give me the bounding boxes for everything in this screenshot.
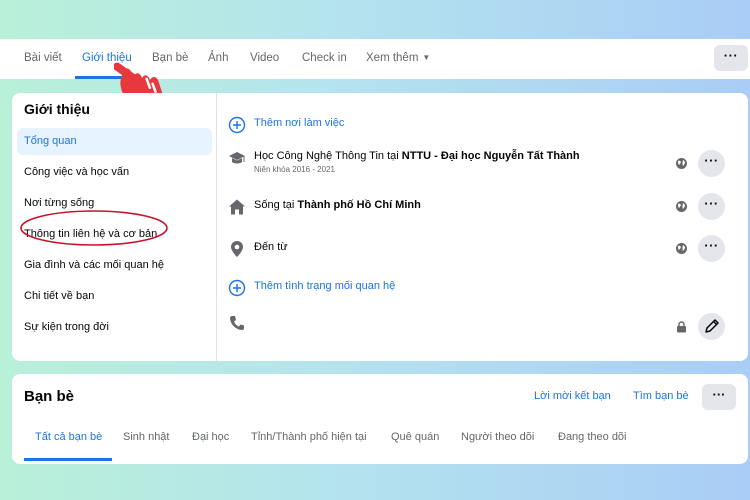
add-workplace-link: Thêm nơi làm việc bbox=[254, 117, 345, 129]
lives-in-options-button[interactable]: ··· bbox=[698, 193, 725, 220]
globe-icon[interactable] bbox=[675, 157, 688, 170]
lives-in-prefix: Sống tại bbox=[254, 199, 298, 211]
find-friends-link[interactable]: Tìm bạn bè bbox=[633, 390, 689, 402]
about-title: Giới thiệu bbox=[24, 101, 90, 117]
tab-photos[interactable]: Ảnh bbox=[208, 39, 228, 79]
add-relationship-link: Thêm tình trạng mối quan hệ bbox=[254, 280, 396, 292]
friends-card: Bạn bè Lời mời kết bạn Tìm bạn bè ··· Tấ… bbox=[12, 374, 748, 464]
about-column-divider bbox=[216, 93, 217, 361]
tab-see-more-label: Xem thêm bbox=[366, 52, 419, 64]
graduation-cap-icon bbox=[229, 152, 245, 164]
tab-videos[interactable]: Video bbox=[250, 39, 279, 79]
home-icon bbox=[229, 199, 245, 215]
caret-down-icon: ▼ bbox=[422, 53, 431, 62]
friends-tab-current-city[interactable]: Tỉnh/Thành phố hiện tại bbox=[251, 431, 367, 443]
globe-icon[interactable] bbox=[675, 242, 688, 255]
lock-icon[interactable] bbox=[676, 321, 687, 333]
friends-tab-following[interactable]: Đang theo dõi bbox=[558, 431, 627, 443]
tab-check-ins[interactable]: Check in bbox=[302, 39, 347, 79]
red-circle-annotation bbox=[20, 210, 168, 246]
profile-tab-bar: Bài viết Giới thiệu Bạn bè Ảnh Video Che… bbox=[0, 39, 750, 79]
friend-requests-link[interactable]: Lời mời kết bạn bbox=[534, 390, 611, 402]
edit-phone-button[interactable] bbox=[698, 313, 725, 340]
friends-tab-followers[interactable]: Người theo dõi bbox=[461, 431, 534, 443]
location-pin-icon bbox=[231, 241, 243, 257]
about-menu-details[interactable]: Chi tiết về bạn bbox=[17, 283, 212, 310]
education-text: Học Công Nghệ Thông Tin tại NTTU - Đại h… bbox=[254, 150, 580, 162]
plus-circle-icon bbox=[228, 279, 246, 297]
pencil-icon bbox=[705, 319, 719, 333]
friends-tab-all[interactable]: Tất cả bạn bè bbox=[35, 431, 102, 443]
friends-more-button[interactable]: ··· bbox=[702, 384, 736, 410]
hometown-label: Đến từ bbox=[254, 241, 288, 253]
profile-more-button[interactable]: ··· bbox=[714, 45, 748, 71]
friends-tab-birthdays[interactable]: Sinh nhật bbox=[123, 431, 169, 443]
about-menu-life-events[interactable]: Sự kiện trong đời bbox=[17, 314, 212, 341]
tab-see-more[interactable]: Xem thêm ▼ bbox=[366, 39, 430, 79]
hometown-options-button[interactable]: ··· bbox=[698, 235, 725, 262]
about-menu-work-education[interactable]: Công việc và học vấn bbox=[17, 159, 212, 186]
friends-title: Bạn bè bbox=[24, 388, 75, 405]
education-prefix: Học Công Nghệ Thông Tin tại bbox=[254, 150, 402, 162]
friends-tab-hometown[interactable]: Quê quán bbox=[391, 431, 439, 443]
globe-icon[interactable] bbox=[675, 200, 688, 213]
tab-posts[interactable]: Bài viết bbox=[24, 39, 62, 79]
phone-icon bbox=[230, 316, 244, 330]
about-menu-family-relationships[interactable]: Gia đình và các mối quan hệ bbox=[17, 252, 212, 279]
about-card: Giới thiệu Tổng quan Công việc và học vấ… bbox=[12, 93, 748, 361]
friends-active-tab-indicator bbox=[24, 458, 112, 461]
education-school[interactable]: NTTU - Đại học Nguyễn Tất Thành bbox=[402, 150, 580, 162]
lives-in-text: Sống tại Thành phố Hồ Chí Minh bbox=[254, 199, 421, 211]
education-options-button[interactable]: ··· bbox=[698, 150, 725, 177]
lives-in-city[interactable]: Thành phố Hồ Chí Minh bbox=[297, 199, 420, 211]
about-menu-overview[interactable]: Tổng quan bbox=[17, 128, 212, 155]
plus-circle-icon bbox=[228, 116, 246, 134]
friends-tab-college[interactable]: Đại học bbox=[192, 431, 229, 443]
education-years: Niên khóa 2016 - 2021 bbox=[254, 165, 335, 174]
